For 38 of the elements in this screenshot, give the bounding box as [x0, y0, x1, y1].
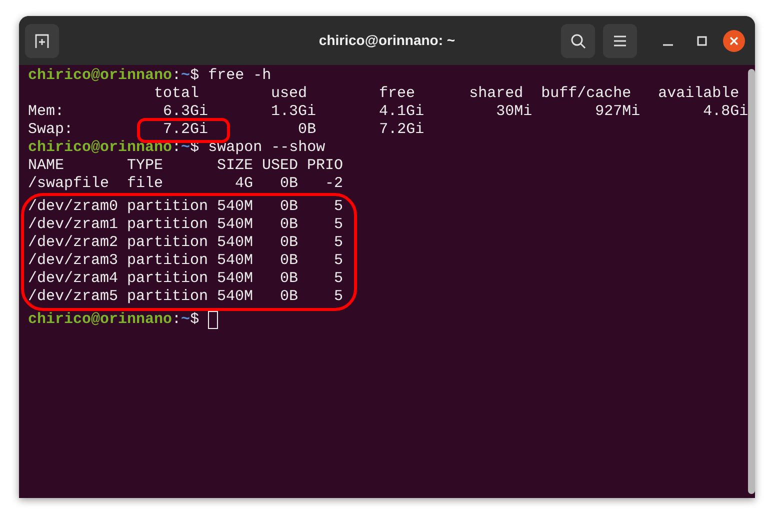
output-text: Swap: — [28, 121, 74, 139]
command-text: free -h — [207, 67, 272, 85]
new-tab-icon — [34, 32, 50, 48]
output-text: 0B 7.2Gi — [297, 121, 424, 139]
scrollbar-thumb[interactable] — [748, 69, 755, 494]
output-text: 7.2Gi — [163, 121, 208, 138]
output-text: /dev/zram2 partition 540M 0B 5 — [28, 234, 344, 252]
prompt-symbol: $ — [190, 311, 200, 329]
prompt-symbol: $ — [190, 67, 200, 85]
minimize-icon — [663, 44, 673, 46]
search-icon — [570, 32, 586, 48]
menu-icon — [613, 34, 627, 46]
output-text: /dev/zram1 partition 540M 0B 5 — [28, 216, 344, 234]
prompt-separator: : — [172, 139, 182, 157]
prompt-user: chirico@orinnano — [28, 311, 172, 329]
new-tab-button[interactable] — [25, 24, 59, 58]
prompt-user: chirico@orinnano — [28, 139, 172, 157]
output-text: total used free shared buff/cache available — [153, 85, 740, 103]
close-icon — [729, 36, 739, 46]
output-text: /dev/zram5 partition 540M 0B 5 — [28, 288, 344, 306]
output-text: /swapfile file 4G 0B -2 — [28, 175, 344, 193]
output-text: /dev/zram4 partition 540M 0B 5 — [28, 270, 344, 288]
prompt-separator: : — [172, 311, 182, 329]
prompt-user: chirico@orinnano — [28, 67, 172, 85]
window-title: chirico@orinnano: ~ — [318, 31, 456, 50]
output-text: /dev/zram3 partition 540M 0B 5 — [28, 252, 344, 270]
output-text: NAME TYPE SIZE USED PRIO — [28, 157, 344, 175]
prompt-path: ~ — [181, 139, 190, 157]
output-text: Mem: 6.3Gi 1.3Gi 4.1Gi 30Mi 927Mi 4.8Gi — [28, 103, 748, 121]
command-text: swapon --show — [207, 139, 326, 157]
close-button[interactable] — [723, 30, 745, 52]
prompt-separator: : — [172, 67, 182, 85]
maximize-icon — [697, 36, 707, 46]
prompt-path: ~ — [181, 67, 190, 85]
output-text: /dev/zram0 partition 540M 0B 5 — [28, 198, 344, 216]
search-button[interactable] — [561, 24, 595, 58]
prompt-path: ~ — [181, 311, 190, 329]
menu-button[interactable] — [603, 24, 637, 58]
